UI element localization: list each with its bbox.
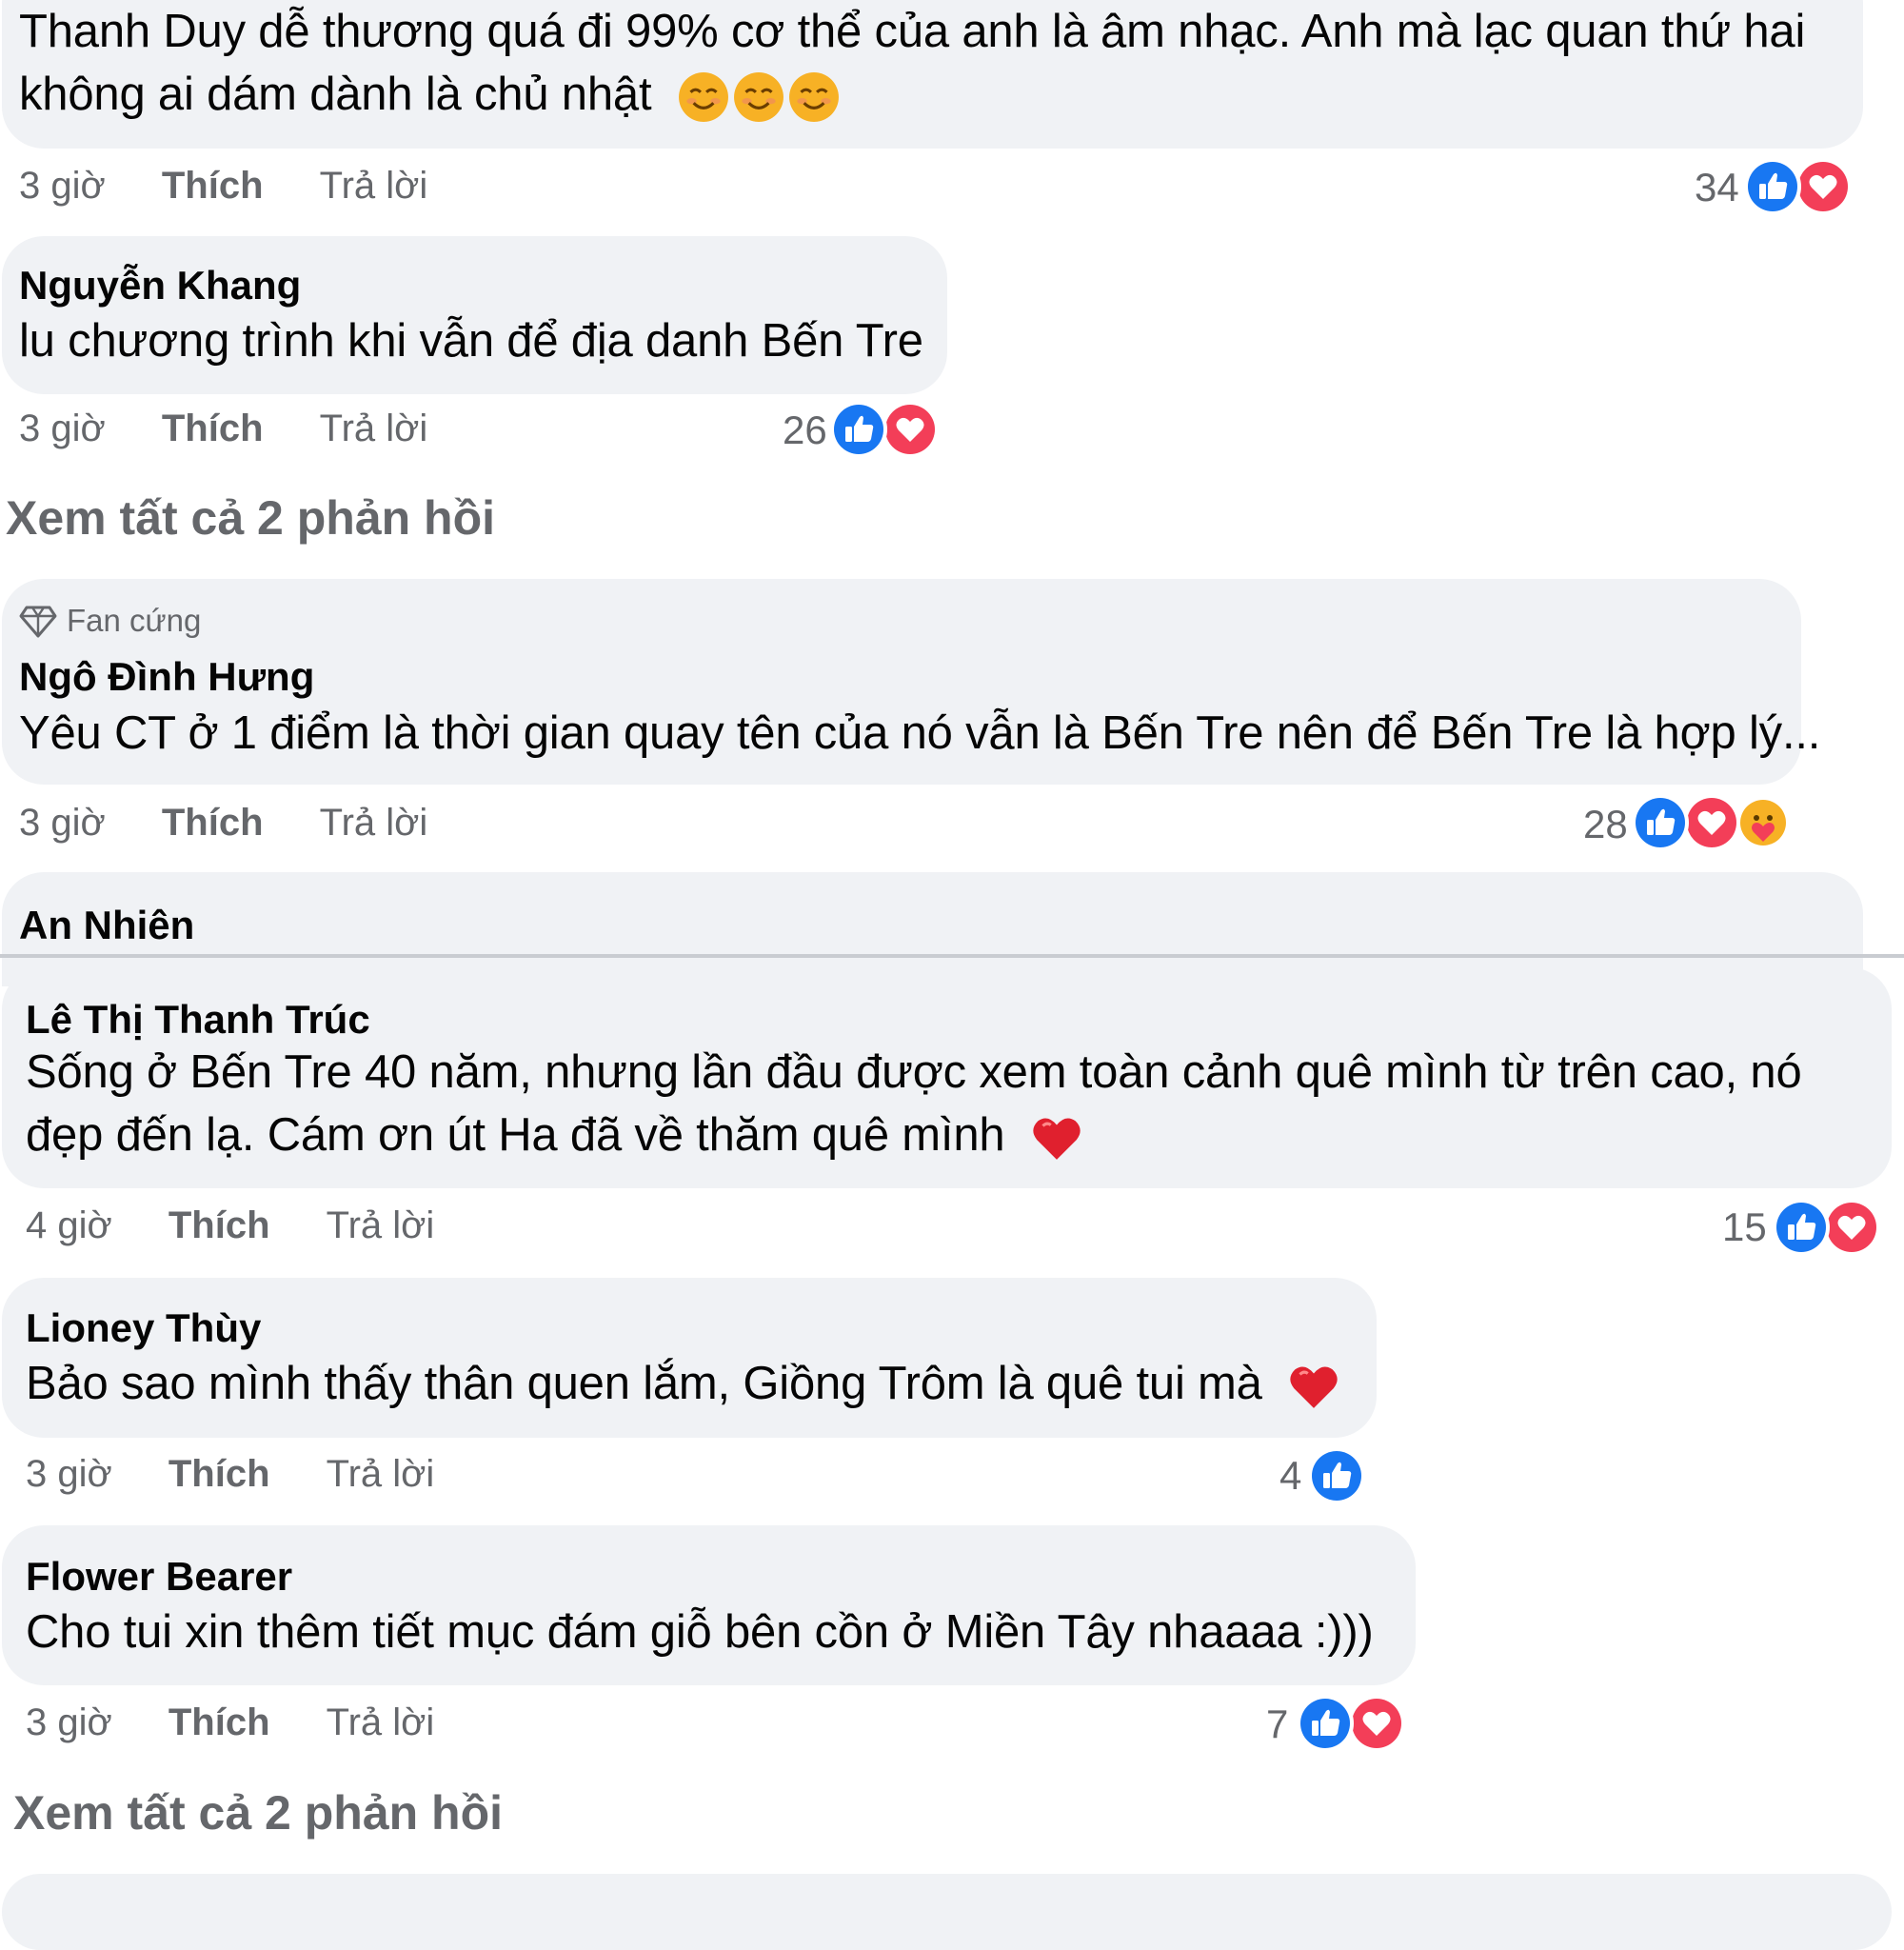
comment-time[interactable]: 3 giờ	[26, 1701, 112, 1743]
comment-time[interactable]: 4 giờ	[26, 1204, 112, 1246]
screenshot-divider	[0, 954, 1904, 958]
comment-time[interactable]: 3 giờ	[19, 802, 106, 844]
comment-author[interactable]: An Nhiên	[19, 903, 194, 948]
comment-author[interactable]: Lioney Thùy	[26, 1305, 261, 1351]
comment-text-line: Thanh Duy dễ thương quá đi 99% cơ thể củ…	[19, 6, 1806, 57]
view-all-replies-link[interactable]: Xem tất cả 2 phản hồi	[6, 490, 495, 546]
reaction-count[interactable]: 26	[783, 408, 827, 453]
like-link[interactable]: Thích	[162, 165, 264, 207]
comment-time[interactable]: 3 giờ	[26, 1453, 112, 1495]
reaction-count[interactable]: 28	[1583, 802, 1628, 847]
like-link[interactable]: Thích	[162, 408, 264, 449]
like-link[interactable]: Thích	[169, 1453, 270, 1495]
like-link[interactable]: Thích	[169, 1701, 270, 1743]
comment-author[interactable]: Ngô Đình Hưng	[19, 654, 314, 700]
reaction-count[interactable]: 4	[1279, 1453, 1301, 1499]
reaction-count[interactable]: 15	[1722, 1204, 1767, 1250]
comment-text-line: Sống ở Bến Tre 40 năm, nhưng lần đầu đượ…	[26, 1046, 1802, 1098]
comment-text-line: đẹp đến lạ. Cám ơn út Ha đã về thăm quê …	[26, 1104, 1082, 1166]
smiling-face-icon	[733, 71, 784, 123]
comment-author[interactable]: Flower Bearer	[26, 1554, 292, 1600]
like-reaction-icon[interactable]	[1773, 1199, 1830, 1256]
comment-time[interactable]: 3 giờ	[19, 165, 106, 207]
comment-author[interactable]: Lê Thị Thanh Trúc	[26, 997, 370, 1043]
love-reaction-icon[interactable]	[1348, 1695, 1405, 1752]
love-reaction-icon[interactable]	[882, 401, 939, 458]
reply-link[interactable]: Trả lời	[320, 408, 428, 449]
comment-bubble	[2, 1874, 1892, 1950]
like-reaction-icon[interactable]	[1632, 794, 1689, 851]
comment-time[interactable]: 3 giờ	[19, 408, 106, 449]
reply-link[interactable]: Trả lời	[320, 802, 428, 844]
heart-icon	[1031, 1112, 1082, 1164]
love-reaction-icon[interactable]	[1823, 1199, 1880, 1256]
like-link[interactable]: Thích	[162, 802, 264, 844]
like-reaction-icon[interactable]	[1297, 1695, 1354, 1752]
love-reaction-icon[interactable]	[1795, 158, 1852, 215]
reaction-count[interactable]: 7	[1266, 1701, 1288, 1747]
reaction-count[interactable]: 34	[1695, 165, 1739, 210]
smiling-face-icon	[788, 71, 840, 123]
comment-text-line: Cho tui xin thêm tiết mục đám giỗ bên cồ…	[26, 1606, 1374, 1658]
like-reaction-icon[interactable]	[1744, 158, 1801, 215]
love-reaction-icon[interactable]	[1683, 794, 1740, 851]
comment-meta: 3 giờ Thích Trả lời	[26, 1701, 434, 1744]
like-reaction-icon[interactable]	[1308, 1447, 1365, 1504]
reply-link[interactable]: Trả lời	[320, 165, 428, 207]
reply-link[interactable]: Trả lời	[327, 1204, 435, 1246]
comment-author[interactable]: Nguyễn Khang	[19, 263, 301, 308]
like-reaction-icon[interactable]	[830, 401, 887, 458]
comment-meta: 3 giờ Thích Trả lời	[19, 165, 427, 208]
comment-text-line: Bảo sao mình thấy thân quen lắm, Giồng T…	[26, 1352, 1339, 1415]
reply-link[interactable]: Trả lời	[327, 1453, 435, 1495]
view-all-replies-link[interactable]: Xem tất cả 2 phản hồi	[13, 1785, 503, 1841]
heart-icon	[1288, 1361, 1339, 1412]
comment-text-line: không ai dám dành là chủ nhật	[19, 63, 840, 126]
like-link[interactable]: Thích	[169, 1204, 270, 1246]
care-reaction-icon[interactable]	[1735, 794, 1792, 851]
comment-meta: 3 giờ Thích Trả lời	[19, 802, 427, 845]
top-fan-badge[interactable]: Fan cứng	[19, 602, 201, 640]
reply-link[interactable]: Trả lời	[327, 1701, 435, 1743]
comment-meta: 3 giờ Thích Trả lời	[26, 1453, 434, 1496]
diamond-icon	[19, 602, 57, 640]
comment-meta: 3 giờ Thích Trả lời	[19, 408, 427, 450]
comment-meta: 4 giờ Thích Trả lời	[26, 1204, 434, 1247]
smiling-face-icon	[678, 71, 729, 123]
comment-text-line: lu chương trình khi vẫn để địa danh Bến …	[19, 315, 923, 367]
comment-text-line: Yêu CT ở 1 điểm là thời gian quay tên củ…	[19, 707, 1821, 759]
